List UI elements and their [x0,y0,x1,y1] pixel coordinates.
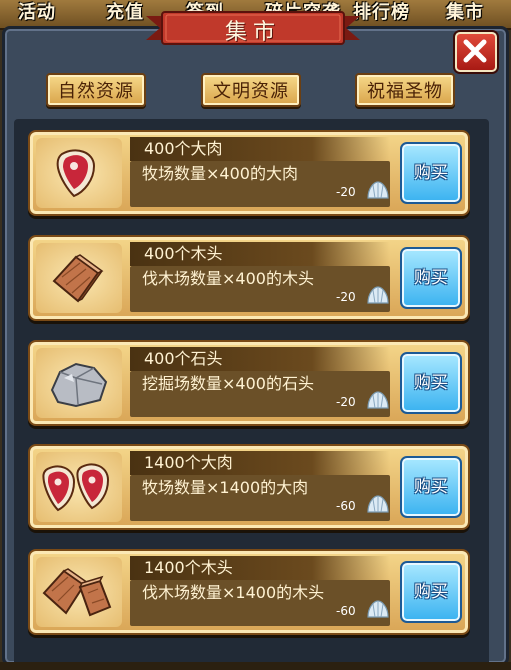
buy-button[interactable]: 购买 [400,456,462,518]
market-item-row: 400个石头 挖掘场数量×400的石头 -20 购买 [28,340,470,426]
tab-activity[interactable]: 活动 [18,0,56,24]
item-cost: -20 [336,395,356,409]
shell-icon [367,495,389,513]
item-name: 400个木头 [144,244,223,263]
shell-icon [367,600,389,618]
item-cost: -20 [336,185,356,199]
item-icon-frame [36,138,122,208]
item-name: 1400个木头 [144,558,233,577]
item-name: 400个大肉 [144,139,223,158]
meat-double-icon [42,463,110,512]
item-cost: -60 [336,604,356,618]
close-button[interactable] [455,32,497,72]
buy-button[interactable]: 购买 [400,247,462,309]
meat-icon [56,149,96,198]
buy-button[interactable]: 购买 [400,561,462,623]
item-cost: -60 [336,499,356,513]
item-description: 牧场数量×1400的大肉 [142,478,309,497]
item-description: 伐木场数量×1400的木头 [142,583,325,602]
shell-icon [367,181,389,199]
buy-button[interactable]: 购买 [400,142,462,204]
title-banner: 集市 [146,10,360,46]
item-icon-frame [36,243,122,313]
item-name: 1400个大肉 [144,453,233,472]
close-icon [463,39,487,63]
item-icon-frame [36,557,122,627]
item-cost: -20 [336,290,356,304]
item-icon-frame [36,348,122,418]
stone-icon [50,362,108,408]
wood-double-icon [42,568,112,617]
market-item-row: 1400个大肉 牧场数量×1400的大肉 -60 购买 [28,444,470,530]
category-civilization-resources[interactable]: 文明资源 [201,73,301,107]
market-item-row: 1400个木头 伐木场数量×1400的木头 -60 购买 [28,549,470,635]
tab-ranking[interactable]: 排行榜 [353,0,410,24]
category-natural-resources[interactable]: 自然资源 [46,73,146,107]
page-title: 集市 [224,20,281,45]
market-item-row: 400个大肉 牧场数量×400的大肉 -20 购买 [28,130,470,216]
item-name: 400个石头 [144,349,223,368]
shell-icon [367,286,389,304]
tab-recharge[interactable]: 充值 [106,0,144,24]
bottom-edge [0,662,511,670]
category-blessing-relics[interactable]: 祝福圣物 [355,73,455,107]
tab-market[interactable]: 集市 [446,0,484,24]
wood-icon [52,254,104,303]
item-description: 挖掘场数量×400的石头 [142,374,314,393]
market-item-row: 400个木头 伐木场数量×400的木头 -20 购买 [28,235,470,321]
item-description: 牧场数量×400的大肉 [142,164,298,183]
shell-icon [367,391,389,409]
item-description: 伐木场数量×400的木头 [142,269,314,288]
buy-button[interactable]: 购买 [400,352,462,414]
item-icon-frame [36,452,122,522]
